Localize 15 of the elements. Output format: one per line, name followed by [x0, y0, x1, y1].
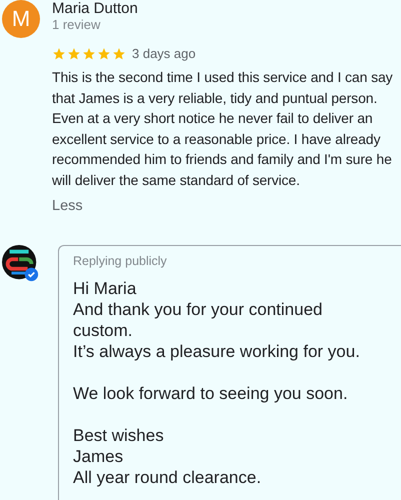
- reply-line: Hi Maria: [73, 278, 138, 299]
- review-count: 1 review: [52, 17, 102, 33]
- reply-line: James: [73, 446, 124, 467]
- user-avatar: M: [2, 0, 40, 38]
- reply-label: Replying publicly: [73, 254, 168, 268]
- review-time: 3 days ago: [132, 46, 196, 61]
- reply-line: We look forward to seeing you soon.: [73, 383, 349, 404]
- less-link[interactable]: Less: [52, 198, 83, 214]
- reply-line: It’s always a pleasure working for you.: [73, 341, 361, 362]
- review-text: This is the second time I used this service and I can say that James is a very reliable, tidy and puntual person. Even at a very short notice he never fail to deliver an excellent service to a reasonable price. I have already recommended him to friends and family and I'm sure he will deliver the same standard of service.: [52, 68, 394, 190]
- author-name: Maria Dutton: [52, 0, 138, 17]
- reply-line: Best wishes: [73, 425, 165, 446]
- business-logo-icon: [2, 245, 40, 283]
- reply-line: And thank you for your continued custom.: [73, 299, 324, 341]
- reply-line: All year round clearance.: [73, 467, 262, 488]
